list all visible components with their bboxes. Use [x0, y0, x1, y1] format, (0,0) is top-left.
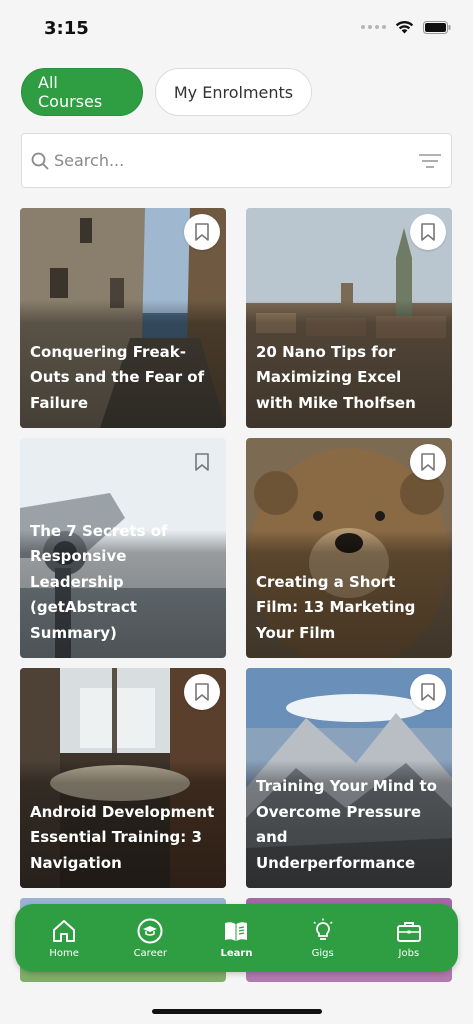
bookmark-button[interactable]	[410, 674, 446, 710]
bookmark-icon	[421, 453, 435, 471]
wifi-icon	[395, 20, 414, 34]
briefcase-icon	[396, 921, 421, 942]
cellular-signal-icon	[361, 25, 386, 29]
course-title: 20 Nano Tips for Maximizing Excel with M…	[256, 342, 416, 412]
course-card[interactable]: Training Your Mind to Overcome Pressure …	[246, 668, 452, 888]
bookmark-button[interactable]	[184, 214, 220, 250]
course-title: Training Your Mind to Overcome Pressure …	[256, 777, 437, 872]
course-title: Conquering Freak-Outs and the Fear of Fa…	[30, 342, 205, 412]
home-indicator[interactable]	[152, 1009, 322, 1014]
status-bar: 3:15	[0, 0, 473, 60]
search-icon	[31, 152, 49, 170]
bookmark-icon	[421, 223, 435, 241]
battery-icon	[423, 20, 451, 34]
bottom-tab-bar: Home Career Learn Gigs Jobs	[15, 904, 458, 972]
tab-label: Home	[49, 947, 79, 959]
tab-label: Gigs	[311, 947, 334, 959]
status-time: 3:15	[44, 18, 89, 39]
tab-label: Learn	[220, 947, 253, 959]
bookmark-icon	[195, 223, 209, 241]
course-filter-segment: All Courses My Enrolments	[21, 68, 312, 116]
course-grid: Conquering Freak-Outs and the Fear of Fa…	[20, 208, 452, 982]
tab-all-courses[interactable]: All Courses	[21, 68, 143, 116]
tab-home[interactable]: Home	[24, 918, 104, 959]
tab-label: Career	[133, 947, 167, 959]
bookmark-button[interactable]	[410, 214, 446, 250]
status-icons	[361, 20, 451, 34]
bookmark-icon	[421, 683, 435, 701]
search-input[interactable]: Search...	[21, 133, 452, 188]
filter-icon[interactable]	[419, 154, 441, 168]
course-card[interactable]: Conquering Freak-Outs and the Fear of Fa…	[20, 208, 226, 428]
book-icon	[225, 921, 248, 941]
bookmark-icon	[195, 683, 209, 701]
tab-career[interactable]: Career	[110, 918, 190, 959]
tab-jobs[interactable]: Jobs	[369, 918, 449, 959]
graduation-cap-icon	[137, 918, 163, 943]
bookmark-icon	[195, 453, 209, 471]
bookmark-button[interactable]	[184, 674, 220, 710]
course-card[interactable]: Android Development Essential Training: …	[20, 668, 226, 888]
bookmark-button[interactable]	[410, 444, 446, 480]
lightbulb-icon	[313, 918, 333, 940]
course-card[interactable]: The 7 Secrets of Responsive Leadership (…	[20, 438, 226, 658]
course-title: The 7 Secrets of Responsive Leadership (…	[30, 521, 168, 642]
bookmark-button[interactable]	[184, 444, 220, 480]
course-title: Android Development Essential Training: …	[30, 802, 215, 872]
tab-gigs[interactable]: Gigs	[283, 918, 363, 959]
tab-learn[interactable]: Learn	[196, 918, 276, 959]
home-icon	[53, 919, 76, 942]
course-title: Creating a Short Film: 13 Marketing Your…	[256, 572, 416, 642]
course-card[interactable]: 20 Nano Tips for Maximizing Excel with M…	[246, 208, 452, 428]
search-placeholder: Search...	[54, 151, 125, 170]
tab-my-enrolments[interactable]: My Enrolments	[155, 68, 312, 116]
course-card[interactable]: Creating a Short Film: 13 Marketing Your…	[246, 438, 452, 658]
tab-label: Jobs	[398, 947, 420, 959]
